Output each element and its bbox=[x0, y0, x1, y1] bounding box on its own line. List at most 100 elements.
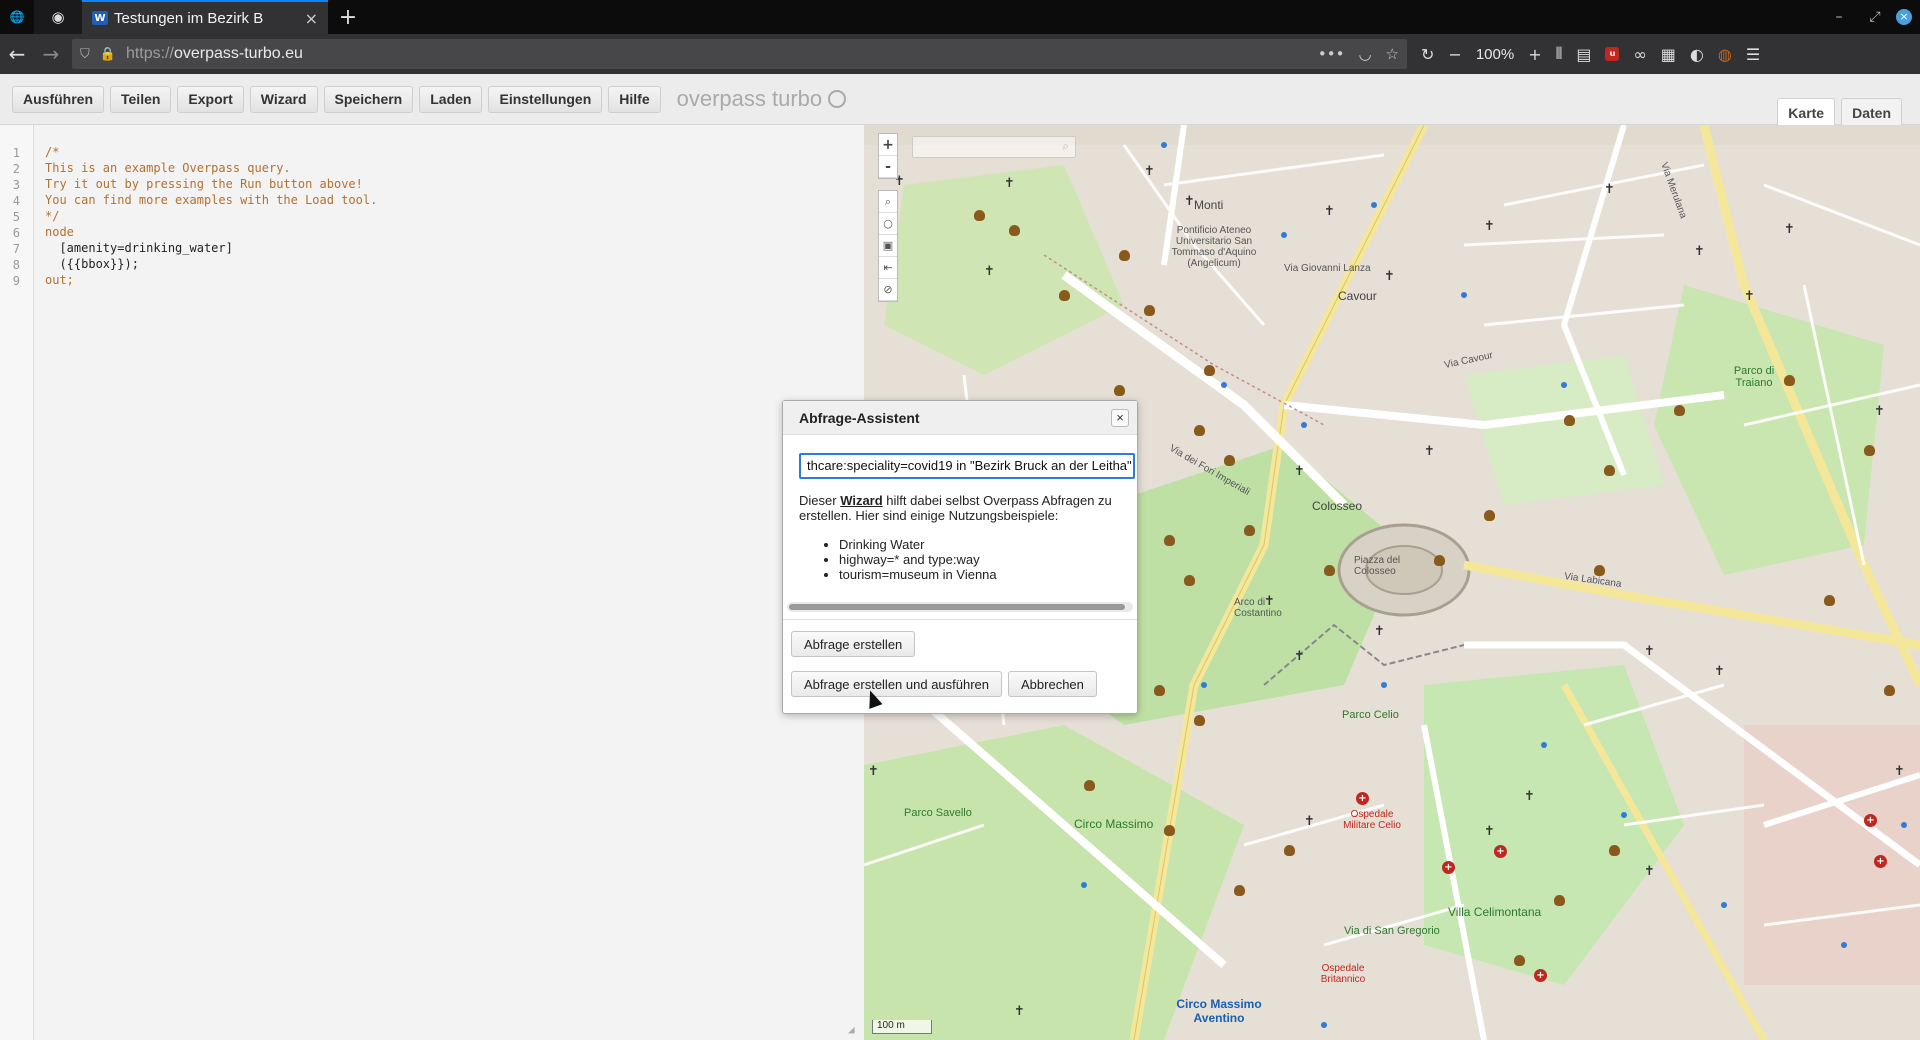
tab-map[interactable]: Karte bbox=[1777, 98, 1836, 126]
church-icon: ✝ bbox=[1644, 644, 1655, 659]
zoom-in-icon[interactable]: + bbox=[1528, 45, 1541, 64]
church-icon: ✝ bbox=[1694, 244, 1705, 259]
export-button[interactable]: Export bbox=[177, 85, 244, 113]
build-and-run-button[interactable]: Abfrage erstellen und ausführen bbox=[791, 671, 1003, 697]
church-icon: ✝ bbox=[1604, 182, 1615, 197]
scrollbar-thumb[interactable] bbox=[789, 604, 1125, 610]
church-icon: ✝ bbox=[868, 764, 879, 779]
dialog-close-button[interactable]: × bbox=[1111, 409, 1129, 427]
browser-tab-bar: 🌐 ◉ W Testungen im Bezirk B × + – ⤢ × bbox=[0, 0, 1920, 34]
ublock-icon[interactable]: u bbox=[1605, 47, 1620, 61]
sidebar-icon[interactable]: ▤ bbox=[1576, 45, 1591, 64]
load-button[interactable]: Laden bbox=[419, 85, 483, 113]
firefox-icon: ◉ bbox=[51, 8, 65, 26]
map-label: Parco Savello bbox=[904, 807, 972, 819]
cafe-icon bbox=[1609, 845, 1620, 856]
cafe-icon bbox=[1824, 595, 1835, 606]
fit-data-icon[interactable]: ⇤ bbox=[879, 257, 897, 279]
help-button[interactable]: Hilfe bbox=[608, 85, 661, 113]
examples-list: Drinking Water highway=* and type:way to… bbox=[839, 537, 997, 582]
code-text: [amenity=drinking_water] bbox=[45, 241, 233, 255]
cafe-icon bbox=[1144, 305, 1155, 316]
cafe-icon bbox=[1059, 290, 1070, 301]
run-button[interactable]: Ausführen bbox=[12, 85, 104, 113]
bookmark-star-icon[interactable]: ☆ bbox=[1386, 45, 1399, 63]
new-tab-button[interactable]: + bbox=[328, 0, 368, 34]
tab-close-icon[interactable]: × bbox=[305, 9, 318, 28]
reload-icon[interactable]: ↻ bbox=[1421, 45, 1434, 64]
code-line: 4 bbox=[12, 194, 20, 208]
mask-icon[interactable]: ∞ bbox=[1633, 45, 1646, 64]
example-item[interactable]: highway=* and type:way bbox=[839, 552, 997, 567]
cafe-icon bbox=[1234, 885, 1245, 896]
image-export-icon[interactable]: ▣ bbox=[879, 235, 897, 257]
privacy-icon[interactable]: ◐ bbox=[1690, 45, 1704, 64]
search-map-icon[interactable]: ⌕ bbox=[879, 191, 897, 213]
settings-button[interactable]: Einstellungen bbox=[488, 85, 603, 113]
active-tab[interactable]: W Testungen im Bezirk B × bbox=[82, 0, 328, 34]
share-button[interactable]: Teilen bbox=[110, 85, 172, 113]
church-icon: ✝ bbox=[1144, 164, 1155, 179]
restore-button[interactable]: ⤢ bbox=[1860, 9, 1890, 25]
toggle-data-icon[interactable]: ⊘ bbox=[879, 279, 897, 301]
forward-button[interactable]: → bbox=[34, 37, 68, 71]
map-label: Piazza del Colosseo bbox=[1354, 555, 1401, 577]
wizard-button[interactable]: Wizard bbox=[249, 85, 318, 113]
cafe-icon bbox=[1194, 715, 1205, 726]
example-item[interactable]: tourism=museum in Vienna bbox=[839, 567, 997, 582]
view-tabs: Karte Daten bbox=[1777, 98, 1902, 126]
dialog-intro: Dieser Wizard hilft dabei selbst Overpas… bbox=[799, 493, 1112, 523]
church-icon: ✝ bbox=[984, 264, 995, 279]
wizard-help-link[interactable]: Wizard bbox=[840, 493, 883, 508]
zoom-level[interactable]: 100% bbox=[1476, 46, 1514, 63]
code-line: 2 bbox=[12, 162, 20, 176]
build-query-button[interactable]: Abfrage erstellen bbox=[791, 631, 916, 657]
back-button[interactable]: ← bbox=[0, 37, 34, 71]
map-search-field[interactable]: ⌕ bbox=[912, 136, 1076, 158]
pinned-tab[interactable]: ◉ bbox=[34, 0, 82, 34]
example-item[interactable]: Drinking Water bbox=[839, 537, 997, 552]
code-line: 3 bbox=[12, 178, 20, 192]
church-icon: ✝ bbox=[1784, 222, 1795, 237]
locate-icon[interactable]: ○ bbox=[879, 213, 897, 235]
overpass-logo-icon bbox=[828, 90, 847, 108]
tab-data[interactable]: Daten bbox=[1841, 98, 1902, 126]
globe-icon[interactable]: 🌐 bbox=[0, 0, 34, 34]
library-icon[interactable]: ⫴ bbox=[1556, 44, 1563, 64]
church-icon: ✝ bbox=[1744, 289, 1755, 304]
pocket-icon[interactable]: ◡ bbox=[1358, 45, 1371, 63]
shield-icon[interactable]: ⛉ bbox=[80, 47, 90, 62]
query-editor[interactable]: 1 /* 2 This is an example Overpass query… bbox=[0, 125, 864, 1040]
church-icon: ✝ bbox=[1384, 269, 1395, 284]
url-bar[interactable]: ⛉ 🔒 https://overpass-turbo.eu ••• ◡ ☆ bbox=[72, 39, 1407, 69]
map-scale: 100 m bbox=[872, 1020, 932, 1034]
zoom-out-button[interactable]: - bbox=[879, 156, 897, 178]
cafe-icon bbox=[1324, 565, 1335, 576]
church-icon: ✝ bbox=[1304, 814, 1315, 829]
map-label: Parco di Traiano bbox=[1733, 365, 1775, 389]
church-icon: ✝ bbox=[1294, 464, 1305, 479]
save-button[interactable]: Speichern bbox=[323, 85, 414, 113]
code-line: 8 bbox=[12, 258, 20, 272]
dialog-scrollbar[interactable] bbox=[787, 602, 1133, 612]
minimize-button[interactable]: – bbox=[1824, 9, 1854, 25]
page-actions-icon[interactable]: ••• bbox=[1318, 45, 1345, 63]
church-icon: ✝ bbox=[1424, 444, 1435, 459]
dialog-title: Abfrage-Assistent bbox=[783, 401, 1137, 435]
church-icon: ✝ bbox=[1714, 664, 1725, 679]
map-label: Monti bbox=[1194, 198, 1224, 212]
browser-nav-bar: ← → ⛉ 🔒 https://overpass-turbo.eu ••• ◡ … bbox=[0, 34, 1920, 74]
cafe-icon bbox=[1194, 425, 1205, 436]
wizard-query-input[interactable]: thcare:speciality=covid19 in "Bezirk Bru… bbox=[799, 453, 1135, 479]
menu-icon[interactable]: ☰ bbox=[1746, 45, 1760, 64]
fox-icon[interactable]: ◍ bbox=[1718, 45, 1732, 64]
zoom-out-icon[interactable]: − bbox=[1448, 45, 1461, 64]
close-window-button[interactable]: × bbox=[1896, 9, 1912, 25]
zoom-in-button[interactable]: + bbox=[879, 134, 897, 156]
extension-icon[interactable]: ▦ bbox=[1661, 45, 1676, 64]
lock-icon[interactable]: 🔒 bbox=[100, 47, 116, 62]
resize-grip-icon[interactable]: ◢ bbox=[848, 1023, 855, 1036]
cancel-button[interactable]: Abbrechen bbox=[1008, 671, 1097, 697]
tab-title: Testungen im Bezirk B bbox=[114, 9, 264, 27]
church-icon: ✝ bbox=[1014, 1004, 1025, 1019]
